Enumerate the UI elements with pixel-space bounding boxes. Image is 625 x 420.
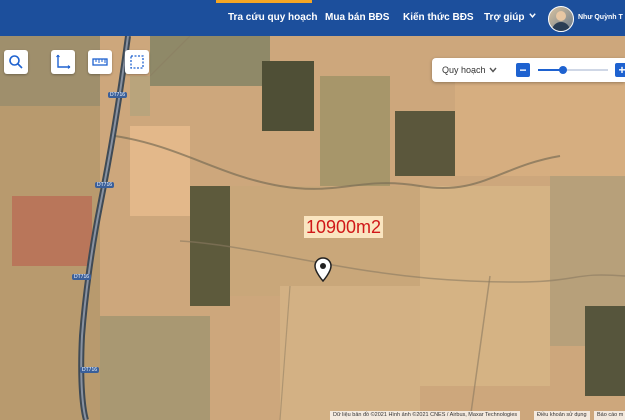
nav-item-tra-cuu-quy-hoach[interactable]: Tra cứu quy hoạch xyxy=(228,0,317,36)
axis-measure-button[interactable] xyxy=(51,50,75,74)
select-area-icon xyxy=(130,55,144,69)
terms-link[interactable]: Điều khoản sử dụng xyxy=(534,411,590,420)
search-icon xyxy=(9,55,23,69)
road-label: DT716 xyxy=(80,367,100,373)
road-label: DT716 xyxy=(72,274,92,280)
layer-select[interactable]: Quy hoạch xyxy=(442,58,486,82)
search-button[interactable] xyxy=(4,50,28,74)
road-label: DT716 xyxy=(95,182,115,188)
nav-item-kien-thuc-bds[interactable]: Kiến thức BĐS xyxy=(403,0,474,36)
ruler-icon xyxy=(92,58,108,66)
axis-measure-icon xyxy=(56,54,71,69)
zoom-out-button[interactable]: − xyxy=(516,63,530,77)
user-name[interactable]: Như Quỳnh T xyxy=(578,0,623,36)
road-label: DT716 xyxy=(108,92,128,98)
ruler-button[interactable] xyxy=(88,50,112,74)
nav-item-tro-giup[interactable]: Trợ giúp xyxy=(484,0,537,36)
nav-item-tro-giup-label: Trợ giúp xyxy=(484,12,525,23)
minus-icon: − xyxy=(519,63,527,77)
area-label: 10900m2 xyxy=(304,216,384,238)
top-navbar: Tra cứu quy hoạch Mua bán BĐS Kiến thức … xyxy=(0,0,625,36)
chevron-down-icon xyxy=(529,13,537,18)
plus-icon: + xyxy=(618,63,625,77)
select-area-button[interactable] xyxy=(125,50,149,74)
avatar[interactable] xyxy=(548,6,574,32)
layer-control: Quy hoạch − + xyxy=(432,58,625,82)
zoom-slider-remaining xyxy=(562,69,608,71)
zoom-slider-handle[interactable] xyxy=(558,66,567,74)
chevron-down-icon[interactable] xyxy=(488,65,498,75)
zoom-in-button[interactable]: + xyxy=(615,63,625,77)
map-attribution: Dữ liệu bản đồ ©2021 Hình ảnh ©2021 CNES… xyxy=(330,411,521,420)
map-marker-icon[interactable] xyxy=(313,257,333,283)
report-link[interactable]: Báo cáo m xyxy=(594,411,625,420)
avatar-head xyxy=(556,11,566,21)
avatar-body xyxy=(552,22,570,31)
nav-item-mua-ban-bds[interactable]: Mua bán BĐS xyxy=(325,0,389,36)
